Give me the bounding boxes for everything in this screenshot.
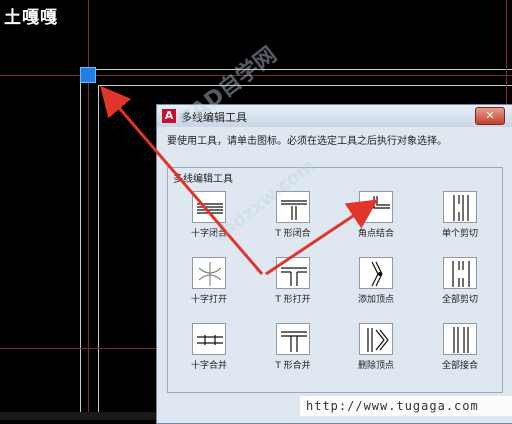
arrow-to-corner-joint — [265, 199, 378, 276]
annotation-arrows — [100, 85, 378, 276]
arrow-to-grip — [100, 85, 264, 275]
source-url-banner: http://www.tugaga.com — [300, 396, 512, 416]
status-strip — [0, 412, 156, 420]
